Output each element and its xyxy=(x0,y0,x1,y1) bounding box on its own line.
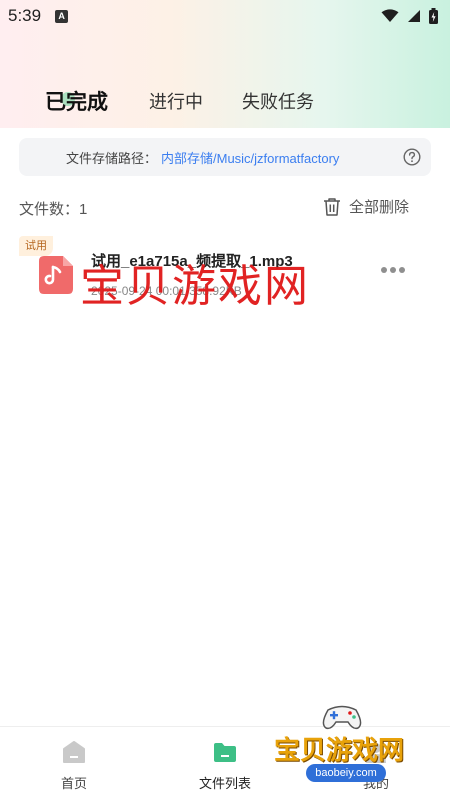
tab-in-progress[interactable]: 进行中 xyxy=(149,88,203,114)
nav-file-list-label: 文件列表 xyxy=(198,776,251,791)
music-file-icon xyxy=(39,256,73,294)
status-time: 5:39 xyxy=(8,6,42,25)
battery-icon xyxy=(429,8,438,24)
watermark-logo-url: baobeiy.com xyxy=(306,764,386,782)
storage-path-bar: 文件存储路径： 内部存储/Music/jzformatfactory xyxy=(19,138,431,176)
signal-icon xyxy=(408,10,420,22)
notification-icon: A xyxy=(55,9,69,23)
help-icon[interactable] xyxy=(403,148,421,166)
nav-home-label: 首页 xyxy=(60,776,87,791)
tab-bar: 已完成 进行中 失败任务 xyxy=(0,78,450,118)
nav-home[interactable]: 首页 xyxy=(34,739,114,792)
delete-all-button[interactable]: 全部删除 xyxy=(323,196,409,217)
home-icon xyxy=(63,741,85,763)
delete-all-label: 全部删除 xyxy=(349,199,410,216)
storage-path-link[interactable]: 内部存储/Music/jzformatfactory xyxy=(161,148,339,167)
file-count: 文件数：1 xyxy=(19,201,88,218)
status-icons xyxy=(381,8,438,24)
file-count-row: 文件数：1 全部删除 xyxy=(19,196,419,218)
tab-failed[interactable]: 失败任务 xyxy=(242,88,314,114)
storage-path-label: 文件存储路径： xyxy=(66,150,158,166)
watermark-overlay: 宝贝游戏网 xyxy=(80,261,310,312)
nav-file-list[interactable]: 文件列表 xyxy=(185,739,265,792)
folder-icon xyxy=(214,743,236,762)
tab-completed[interactable]: 已完成 xyxy=(45,86,108,116)
wifi-icon xyxy=(381,9,399,22)
status-bar: 5:39 A xyxy=(0,0,450,32)
trial-badge: 试用 xyxy=(19,236,53,256)
trash-icon xyxy=(324,197,340,216)
gamepad-icon xyxy=(322,705,362,730)
more-options-icon[interactable] xyxy=(380,266,406,274)
watermark-logo-text: 宝贝游戏网 xyxy=(274,736,405,766)
watermark-logo: 宝贝游戏网 baobeiy.com xyxy=(270,700,420,800)
